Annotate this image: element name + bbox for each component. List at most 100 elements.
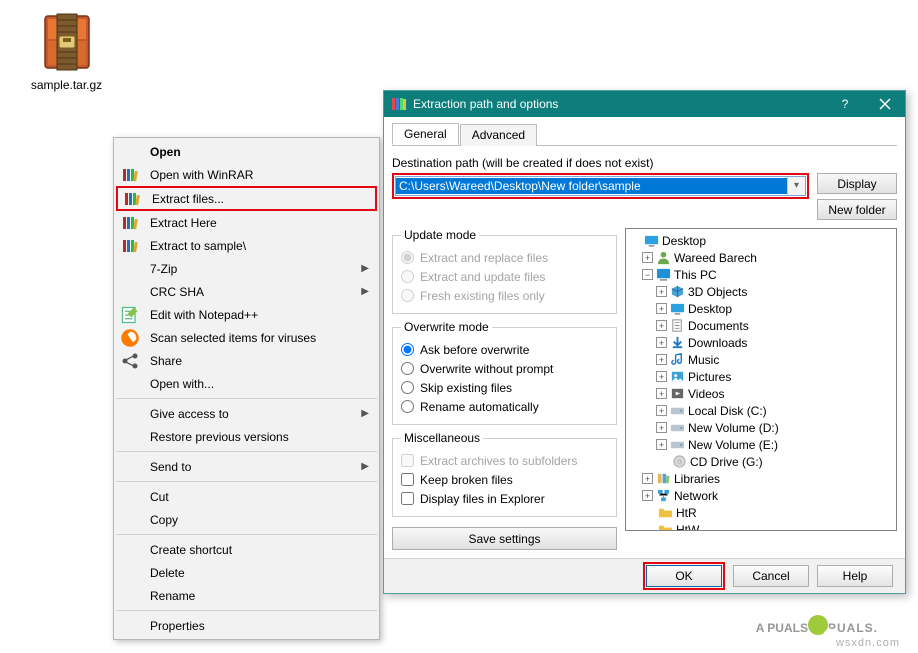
display-button[interactable]: Display	[817, 173, 897, 194]
music-icon	[670, 352, 685, 367]
tree-vol-d[interactable]: +New Volume (D:)	[628, 419, 894, 436]
blank-icon	[120, 586, 140, 606]
expand-icon[interactable]: +	[656, 439, 667, 450]
archive-filename: sample.tar.gz	[24, 78, 109, 92]
radio-rename-auto[interactable]: Rename automatically	[401, 397, 608, 416]
menu-7zip[interactable]: 7-Zip ▶	[116, 257, 377, 280]
tree-libraries[interactable]: +Libraries	[628, 470, 894, 487]
expand-icon[interactable]: +	[642, 473, 653, 484]
appuals-logo-icon	[808, 615, 828, 635]
tree-local-c[interactable]: +Local Disk (C:)	[628, 402, 894, 419]
menu-open-with[interactable]: Open with...	[116, 372, 377, 395]
help-button[interactable]: ?	[825, 91, 865, 117]
help-footer-button[interactable]: Help	[817, 565, 893, 587]
radio-overwrite-noprompt[interactable]: Overwrite without prompt	[401, 359, 608, 378]
menu-cut[interactable]: Cut	[116, 485, 377, 508]
check-subfolders[interactable]: Extract archives to subfolders	[401, 451, 608, 470]
folder-tree[interactable]: Desktop +Wareed Barech −This PC +3D Obje…	[625, 228, 897, 531]
tree-videos[interactable]: +Videos	[628, 385, 894, 402]
tree-htw[interactable]: HtW	[628, 521, 894, 531]
menu-copy[interactable]: Copy	[116, 508, 377, 531]
archive-file[interactable]: sample.tar.gz	[24, 8, 109, 92]
tree-vol-e[interactable]: +New Volume (E:)	[628, 436, 894, 453]
tree-desktop[interactable]: Desktop	[628, 232, 894, 249]
chevron-down-icon[interactable]: ▾	[787, 177, 805, 195]
expand-icon[interactable]: +	[642, 490, 653, 501]
tree-network[interactable]: +Network	[628, 487, 894, 504]
blank-icon	[120, 427, 140, 447]
misc-group: Miscellaneous Extract archives to subfol…	[392, 431, 617, 517]
tabs: General Advanced	[392, 123, 897, 146]
tree-pictures[interactable]: +Pictures	[628, 368, 894, 385]
misc-legend: Miscellaneous	[401, 431, 483, 445]
chevron-right-icon: ▶	[361, 263, 369, 274]
radio-extract-update[interactable]: Extract and update files	[401, 267, 608, 286]
chevron-right-icon: ▶	[361, 408, 369, 419]
expand-icon[interactable]: +	[656, 337, 667, 348]
chevron-right-icon: ▶	[361, 461, 369, 472]
check-keep-broken[interactable]: Keep broken files	[401, 470, 608, 489]
menu-send-to[interactable]: Send to ▶	[116, 455, 377, 478]
close-button[interactable]	[865, 91, 905, 117]
expand-icon[interactable]: +	[656, 405, 667, 416]
expand-icon[interactable]: +	[642, 252, 653, 263]
menu-give-access[interactable]: Give access to ▶	[116, 402, 377, 425]
menu-open-winrar[interactable]: Open with WinRAR	[116, 163, 377, 186]
radio-extract-replace[interactable]: Extract and replace files	[401, 248, 608, 267]
menu-scan-avast[interactable]: Scan selected items for viruses	[116, 326, 377, 349]
radio-ask-overwrite[interactable]: Ask before overwrite	[401, 340, 608, 359]
tree-this-pc[interactable]: −This PC	[628, 266, 894, 283]
dialog-title: Extraction path and options	[413, 97, 825, 111]
winrar-icon	[120, 236, 140, 256]
tree-music[interactable]: +Music	[628, 351, 894, 368]
expand-icon[interactable]: +	[656, 422, 667, 433]
tab-general[interactable]: General	[392, 123, 459, 145]
menu-open[interactable]: Open	[116, 140, 377, 163]
network-icon	[656, 488, 671, 503]
watermark-site: wsxdn.com	[836, 637, 900, 649]
menu-create-shortcut[interactable]: Create shortcut	[116, 538, 377, 561]
tree-desktop-sub[interactable]: +Desktop	[628, 300, 894, 317]
titlebar[interactable]: Extraction path and options ?	[384, 91, 905, 117]
tab-advanced[interactable]: Advanced	[460, 124, 537, 146]
menu-properties[interactable]: Properties	[116, 614, 377, 637]
expand-icon[interactable]: +	[656, 286, 667, 297]
tree-3d-objects[interactable]: +3D Objects	[628, 283, 894, 300]
menu-rename[interactable]: Rename	[116, 584, 377, 607]
menu-delete[interactable]: Delete	[116, 561, 377, 584]
ok-highlight: OK	[643, 562, 725, 590]
tree-downloads[interactable]: +Downloads	[628, 334, 894, 351]
cancel-button[interactable]: Cancel	[733, 565, 809, 587]
blank-icon	[120, 487, 140, 507]
menu-extract-files[interactable]: Extract files...	[116, 186, 377, 211]
expand-icon[interactable]: +	[656, 320, 667, 331]
collapse-icon[interactable]: −	[642, 269, 653, 280]
extraction-dialog: Extraction path and options ? General Ad…	[383, 90, 906, 594]
archive-icon	[35, 8, 99, 72]
menu-extract-to-sample[interactable]: Extract to sample\	[116, 234, 377, 257]
overwrite-mode-legend: Overwrite mode	[401, 320, 492, 334]
ok-button[interactable]: OK	[646, 565, 722, 587]
tree-cd-g[interactable]: CD Drive (G:)	[628, 453, 894, 470]
menu-share[interactable]: Share	[116, 349, 377, 372]
watermark-appuals: A PUALSPUALS.	[756, 608, 878, 639]
avast-icon	[120, 328, 140, 348]
menu-separator	[116, 398, 377, 399]
check-display-explorer[interactable]: Display files in Explorer	[401, 489, 608, 508]
expand-icon[interactable]: +	[656, 388, 667, 399]
radio-fresh-only[interactable]: Fresh existing files only	[401, 286, 608, 305]
menu-edit-notepad[interactable]: Edit with Notepad++	[116, 303, 377, 326]
expand-icon[interactable]: +	[656, 354, 667, 365]
tree-user[interactable]: +Wareed Barech	[628, 249, 894, 266]
menu-crc-sha[interactable]: CRC SHA ▶	[116, 280, 377, 303]
menu-extract-here[interactable]: Extract Here	[116, 211, 377, 234]
expand-icon[interactable]: +	[656, 303, 667, 314]
expand-icon[interactable]: +	[656, 371, 667, 382]
new-folder-button[interactable]: New folder	[817, 199, 897, 220]
tree-documents[interactable]: +Documents	[628, 317, 894, 334]
radio-skip-existing[interactable]: Skip existing files	[401, 378, 608, 397]
save-settings-button[interactable]: Save settings	[392, 527, 617, 550]
tree-htr[interactable]: HtR	[628, 504, 894, 521]
destination-path-input[interactable]	[396, 178, 787, 194]
menu-restore-previous[interactable]: Restore previous versions	[116, 425, 377, 448]
